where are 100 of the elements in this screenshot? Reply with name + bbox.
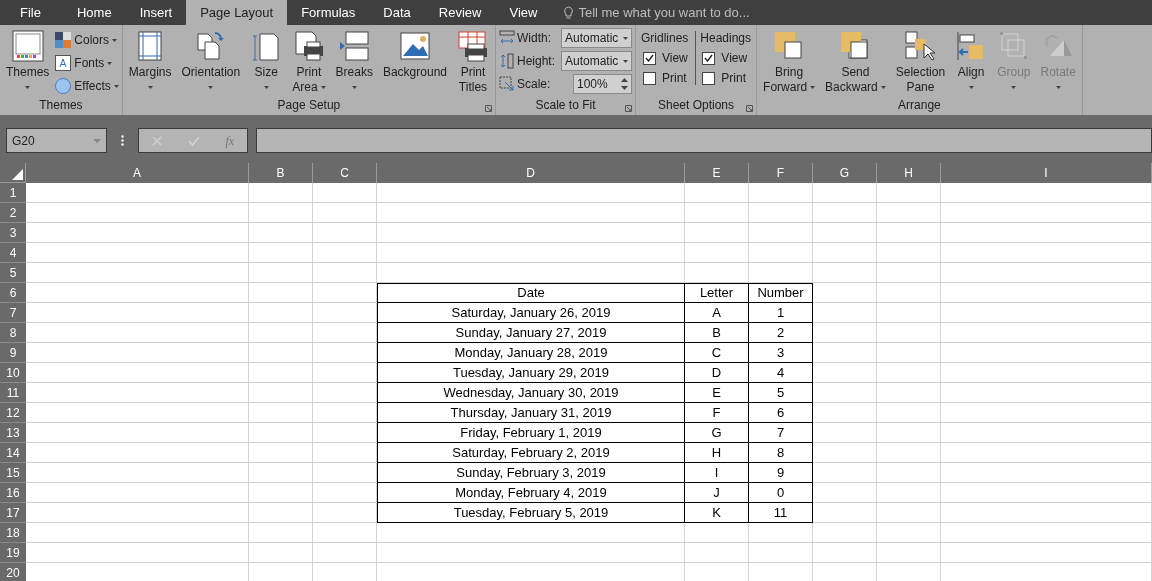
sheet-cell[interactable] — [941, 363, 1152, 383]
sheet-cell[interactable] — [249, 343, 313, 363]
sheet-cell[interactable] — [377, 203, 685, 223]
row-header[interactable]: 16 — [0, 483, 26, 503]
sheet-cell[interactable] — [249, 323, 313, 343]
ribbon-button[interactable]: Bring Forward — [760, 25, 819, 97]
sheet-cell[interactable] — [313, 363, 377, 383]
row-header[interactable]: 12 — [0, 403, 26, 423]
sheet-cell[interactable] — [877, 343, 941, 363]
sheet-cell[interactable] — [813, 263, 877, 283]
sheet-cell[interactable] — [941, 223, 1152, 243]
sheet-cell[interactable] — [813, 503, 877, 523]
sheet-cell[interactable] — [813, 543, 877, 563]
sheet-cell[interactable] — [813, 323, 877, 343]
sheet-cell[interactable] — [813, 483, 877, 503]
sheet-cell[interactable] — [749, 223, 813, 243]
sheet-cell[interactable] — [313, 343, 377, 363]
sheet-cell[interactable] — [877, 223, 941, 243]
sheet-cell[interactable] — [313, 463, 377, 483]
sheet-cell[interactable] — [941, 543, 1152, 563]
tell-me-field[interactable]: Tell me what you want to do... — [578, 2, 750, 23]
sheet-cell[interactable] — [249, 363, 313, 383]
ribbon-button[interactable]: Send Backward — [822, 25, 889, 97]
sheet-cell[interactable] — [877, 463, 941, 483]
sheet-cell[interactable] — [249, 503, 313, 523]
sheet-cell[interactable] — [377, 543, 685, 563]
sheet-cell[interactable] — [313, 223, 377, 243]
ribbon-button[interactable]: Margins — [125, 25, 175, 97]
column-header[interactable]: F — [749, 163, 813, 183]
row-header[interactable]: 14 — [0, 443, 26, 463]
sheet-cell[interactable] — [877, 543, 941, 563]
sheet-cell[interactable] — [813, 203, 877, 223]
sheet-cell[interactable] — [941, 443, 1152, 463]
sheet-cell[interactable] — [813, 423, 877, 443]
sheet-cell[interactable] — [249, 283, 313, 303]
sheet-cell[interactable] — [249, 203, 313, 223]
sheet-cell[interactable] — [941, 343, 1152, 363]
sheet-cell[interactable] — [26, 483, 249, 503]
ribbon-button[interactable]: Orientation — [178, 25, 244, 97]
sheet-cell[interactable] — [877, 203, 941, 223]
column-header[interactable]: G — [813, 163, 877, 183]
sheet-cell[interactable] — [877, 283, 941, 303]
sheet-cell[interactable] — [877, 303, 941, 323]
sheet-cell[interactable] — [877, 403, 941, 423]
sheet-cell[interactable] — [26, 223, 249, 243]
sheet-cell[interactable] — [685, 183, 749, 203]
formula-field[interactable] — [256, 128, 1152, 153]
ribbon-tab[interactable]: View — [495, 0, 552, 25]
sheet-cell[interactable] — [313, 183, 377, 203]
sheet-cell[interactable] — [877, 483, 941, 503]
sheet-cell[interactable] — [685, 223, 749, 243]
sheet-cell[interactable] — [313, 243, 377, 263]
row-header[interactable]: 19 — [0, 543, 26, 563]
sheet-cell[interactable] — [26, 443, 249, 463]
row-header[interactable]: 6 — [0, 283, 26, 303]
sheet-cell[interactable] — [313, 483, 377, 503]
column-header[interactable]: D — [377, 163, 685, 183]
ribbon-tab[interactable]: Page Layout — [186, 0, 288, 25]
sheet-cell[interactable] — [877, 363, 941, 383]
ribbon-tab[interactable]: Data — [369, 0, 425, 25]
sheet-cell[interactable] — [26, 283, 249, 303]
sheet-cell[interactable] — [941, 283, 1152, 303]
checkbox-option[interactable]: View — [700, 51, 752, 65]
sheet-cell[interactable] — [249, 403, 313, 423]
sheet-cell[interactable] — [313, 323, 377, 343]
name-box[interactable]: G20 — [6, 128, 107, 153]
sheet-cell[interactable] — [813, 243, 877, 263]
row-header[interactable]: 9 — [0, 343, 26, 363]
sheet-cell[interactable] — [813, 403, 877, 423]
sheet-cell[interactable] — [813, 463, 877, 483]
sheet-cell[interactable] — [313, 423, 377, 443]
sheet-cell[interactable] — [26, 543, 249, 563]
sheet-cell[interactable] — [941, 503, 1152, 523]
checkbox-option[interactable]: Print — [641, 71, 689, 85]
sheet-cell[interactable] — [941, 383, 1152, 403]
sheet-cell[interactable] — [26, 343, 249, 363]
sheet-cell[interactable] — [249, 223, 313, 243]
sheet-cell[interactable] — [813, 443, 877, 463]
sheet-cell[interactable] — [749, 263, 813, 283]
row-header[interactable]: 17 — [0, 503, 26, 523]
sheet-cell[interactable] — [377, 243, 685, 263]
row-header[interactable]: 4 — [0, 243, 26, 263]
checkbox-option[interactable]: View — [641, 51, 689, 65]
sheet-cell[interactable] — [749, 183, 813, 203]
sheet-cell[interactable] — [26, 303, 249, 323]
sheet-cell[interactable] — [313, 443, 377, 463]
column-header[interactable]: H — [877, 163, 941, 183]
sheet-cell[interactable] — [941, 263, 1152, 283]
sheet-cell[interactable] — [685, 263, 749, 283]
dropdown-field[interactable]: Automatic — [561, 51, 632, 71]
sheet-cell[interactable] — [941, 243, 1152, 263]
sheet-cell[interactable] — [749, 523, 813, 543]
sheet-cell[interactable] — [941, 203, 1152, 223]
sheet-cell[interactable] — [377, 263, 685, 283]
ribbon-tab[interactable]: Insert — [125, 0, 187, 25]
sheet-cell[interactable] — [249, 383, 313, 403]
ribbon-button[interactable]: Print Titles — [454, 25, 492, 97]
sheet-cell[interactable] — [941, 463, 1152, 483]
sheet-cell[interactable] — [877, 243, 941, 263]
sheet-cell[interactable] — [26, 503, 249, 523]
